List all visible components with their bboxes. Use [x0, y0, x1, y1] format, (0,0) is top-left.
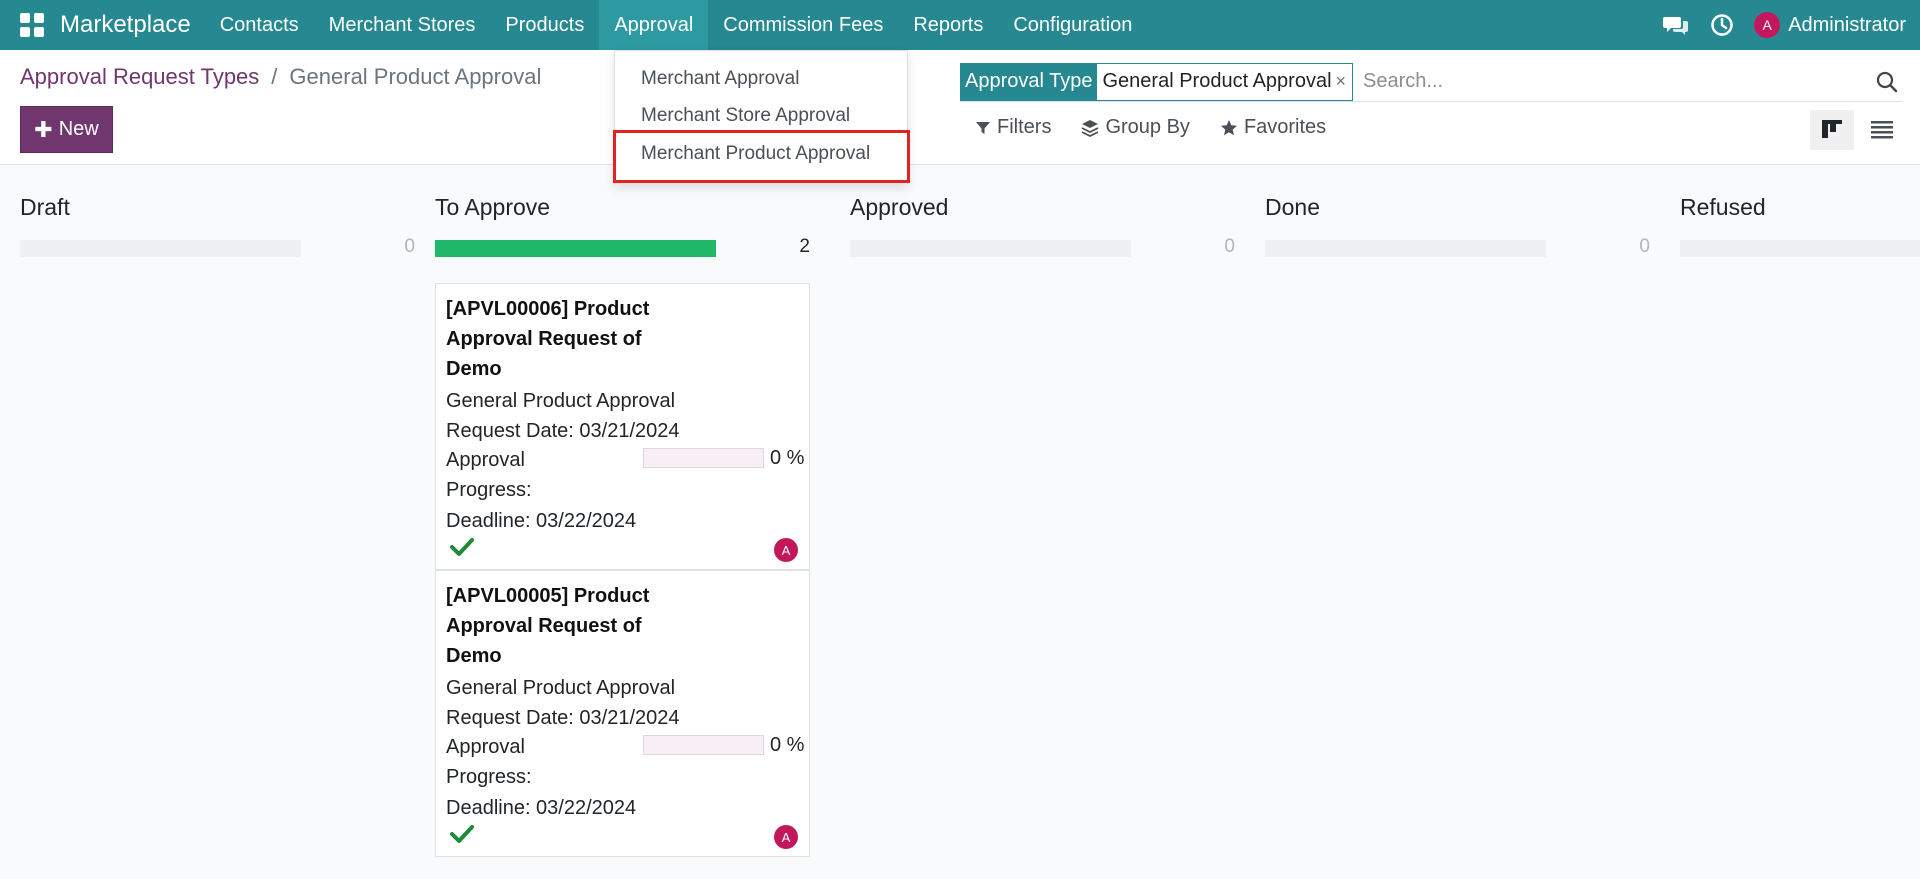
- star-icon: [1220, 119, 1237, 135]
- card-deadline: Deadline: 03/22/2024: [446, 797, 637, 819]
- check-icon[interactable]: [450, 824, 474, 844]
- menu-products[interactable]: Products: [490, 0, 599, 50]
- app-brand[interactable]: Marketplace: [60, 11, 191, 39]
- card-type: General Product Approval: [446, 677, 676, 699]
- groupby-toggle[interactable]: Group By: [1081, 116, 1190, 139]
- breadcrumb: Approval Request Types / General Product…: [20, 64, 541, 90]
- card-request-date: Request Date: 03/21/2024: [446, 707, 680, 729]
- dropdown-merchant-store-approval[interactable]: Merchant Store Approval: [641, 105, 850, 127]
- filter-icon: [976, 121, 990, 134]
- kanban-board: Draft 0 To Approve 2 [APVL00006] Product…: [0, 166, 1920, 879]
- kanban-view-button[interactable]: [1810, 110, 1854, 150]
- column-title: Draft: [20, 194, 70, 220]
- card-progress-label: Approval Progress:: [446, 449, 532, 501]
- search-input[interactable]: [1353, 70, 1872, 93]
- column-progress-bar[interactable]: [20, 240, 301, 257]
- main-menu: Contacts Merchant Stores Products Approv…: [205, 0, 1148, 50]
- user-name[interactable]: Administrator: [1788, 14, 1906, 37]
- menu-approval[interactable]: Approval: [599, 0, 709, 50]
- card-progress-text: 0 %: [770, 734, 805, 756]
- column-title: Approved: [850, 194, 949, 220]
- column-count: 0: [404, 236, 415, 257]
- breadcrumb-current: General Product Approval: [289, 64, 542, 89]
- new-button[interactable]: ✚ New: [20, 106, 113, 153]
- groupby-label: Group By: [1105, 116, 1190, 138]
- column-count: 2: [799, 236, 810, 257]
- navbar-right: A Administrator: [1662, 0, 1920, 50]
- top-navbar: Marketplace Contacts Merchant Stores Pro…: [0, 0, 1920, 50]
- plus-icon: ✚: [34, 116, 53, 142]
- card-progress-label: Approval Progress:: [446, 736, 532, 788]
- clock-icon[interactable]: [1708, 11, 1736, 39]
- card-title: [APVL00006] Product Approval Request of …: [446, 298, 650, 380]
- check-icon[interactable]: [450, 537, 474, 557]
- column-progress-bar[interactable]: [435, 240, 716, 257]
- apps-icon[interactable]: [20, 13, 44, 37]
- card-progress-bar: [643, 735, 764, 755]
- facet-value: General Product Approval: [1102, 70, 1332, 92]
- search-options: Filters Group By Favorites: [975, 116, 1326, 139]
- card-type: General Product Approval: [446, 390, 676, 412]
- list-icon: [1871, 121, 1893, 139]
- card-progress-text: 0 %: [770, 447, 805, 469]
- chat-icon[interactable]: [1662, 11, 1690, 39]
- assignee-avatar[interactable]: A: [774, 538, 798, 562]
- assignee-avatar[interactable]: A: [774, 825, 798, 849]
- column-count: 0: [1224, 236, 1235, 257]
- column-progress-bar[interactable]: [1680, 240, 1920, 257]
- facet-close-icon[interactable]: ×: [1336, 64, 1353, 100]
- approval-dropdown: Merchant Approval Merchant Store Approva…: [614, 50, 908, 184]
- menu-contacts[interactable]: Contacts: [205, 0, 314, 50]
- menu-merchant-stores[interactable]: Merchant Stores: [314, 0, 491, 50]
- dropdown-merchant-product-approval[interactable]: Merchant Product Approval: [641, 143, 870, 165]
- breadcrumb-parent[interactable]: Approval Request Types: [20, 64, 259, 90]
- menu-reports[interactable]: Reports: [898, 0, 998, 50]
- list-view-button[interactable]: [1860, 110, 1904, 150]
- filters-toggle[interactable]: Filters: [975, 116, 1051, 139]
- column-progress-fill: [435, 240, 716, 257]
- kanban-icon: [1822, 120, 1842, 138]
- control-panel: Approval Request Types / General Product…: [0, 50, 1920, 165]
- column-title: To Approve: [435, 194, 551, 220]
- favorites-label: Favorites: [1243, 116, 1327, 138]
- card-title: [APVL00005] Product Approval Request of …: [446, 585, 650, 667]
- column-title: Refused: [1680, 194, 1766, 220]
- search-facet: Approval Type General Product Approval ×: [960, 62, 1354, 101]
- menu-configuration[interactable]: Configuration: [998, 0, 1147, 50]
- card-progress-bar: [643, 448, 764, 468]
- user-avatar[interactable]: A: [1754, 12, 1781, 38]
- facet-label: Approval Type: [961, 63, 1097, 100]
- column-progress-bar[interactable]: [1265, 240, 1546, 257]
- layers-icon: [1082, 119, 1099, 137]
- filters-label: Filters: [997, 116, 1052, 138]
- breadcrumb-separator: /: [271, 64, 278, 89]
- search-icon[interactable]: [1872, 67, 1902, 97]
- card-deadline: Deadline: 03/22/2024: [446, 510, 637, 532]
- dropdown-merchant-approval[interactable]: Merchant Approval: [641, 68, 799, 90]
- column-count: 0: [1639, 236, 1650, 257]
- kanban-card[interactable]: [APVL00006] Product Approval Request of …: [435, 283, 810, 570]
- menu-commission-fees[interactable]: Commission Fees: [708, 0, 898, 50]
- column-title: Done: [1265, 194, 1320, 220]
- column-progress-bar[interactable]: [850, 240, 1131, 257]
- card-request-date: Request Date: 03/21/2024: [446, 420, 680, 442]
- search-bar: Approval Type General Product Approval ×: [960, 62, 1902, 102]
- favorites-toggle[interactable]: Favorites: [1220, 116, 1326, 139]
- kanban-card[interactable]: [APVL00005] Product Approval Request of …: [435, 570, 810, 857]
- view-switcher: [1810, 110, 1904, 150]
- new-button-label: New: [58, 118, 99, 140]
